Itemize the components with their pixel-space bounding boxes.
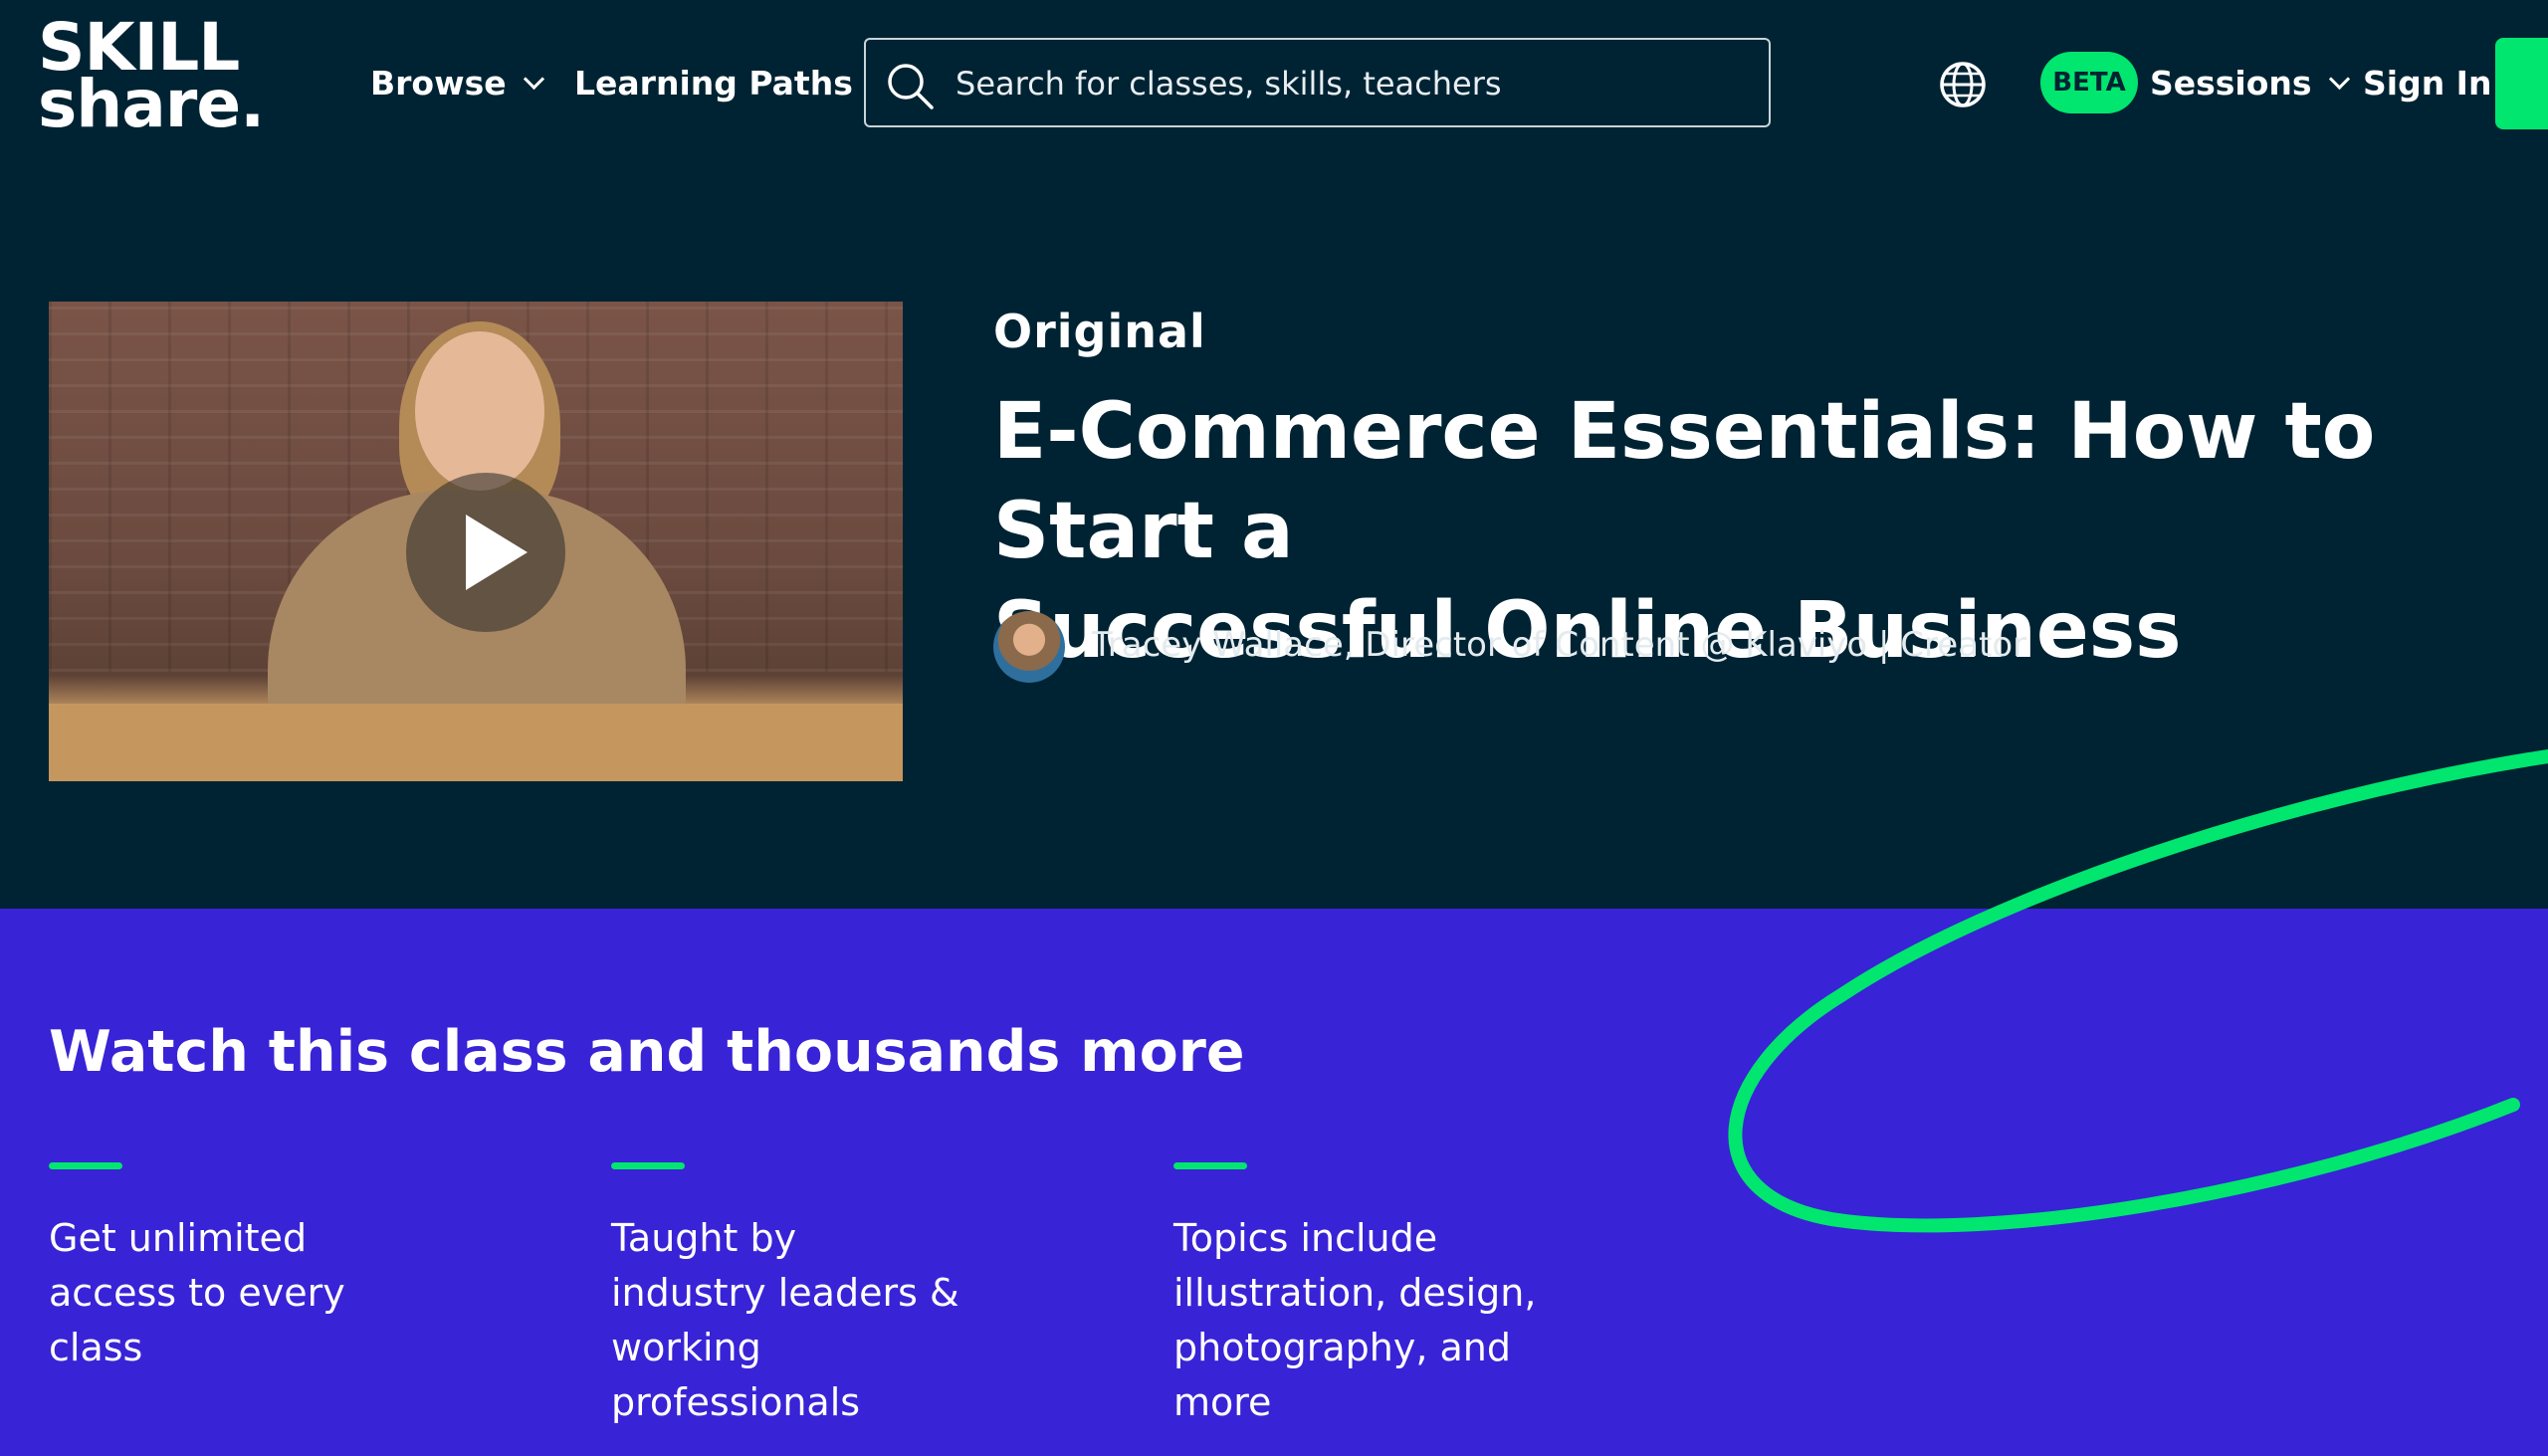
search-icon	[888, 64, 934, 109]
chevron-down-icon	[523, 68, 544, 91]
feature-text: Topics include illustration, design, pho…	[1173, 1216, 1537, 1424]
desk	[49, 704, 903, 781]
feature-text: Taught by industry leaders & working pro…	[611, 1216, 959, 1424]
feature-accent-bar	[611, 1162, 685, 1169]
feature-item: Get unlimited access to every class	[49, 1162, 447, 1375]
chevron-down-icon	[2328, 68, 2350, 91]
original-label: Original	[993, 305, 1206, 358]
beta-badge: BETA	[2040, 52, 2138, 113]
sessions-menu[interactable]: Sessions	[2150, 64, 2350, 103]
search-bar[interactable]	[864, 38, 1771, 127]
logo-text-bottom: share.	[38, 65, 265, 142]
play-icon[interactable]	[406, 473, 565, 632]
feature-accent-bar	[49, 1162, 122, 1169]
feature-item: Topics include illustration, design, pho…	[1173, 1162, 1572, 1430]
skillshare-logo[interactable]: SKILL share.	[38, 15, 287, 142]
class-video-thumbnail[interactable]	[49, 302, 903, 781]
learning-paths-link[interactable]: Learning Paths	[574, 64, 853, 103]
feature-accent-bar	[1173, 1162, 1247, 1169]
globe-icon[interactable]	[1938, 60, 1988, 109]
feature-text: Get unlimited access to every class	[49, 1216, 345, 1369]
browse-menu[interactable]: Browse	[370, 64, 544, 103]
sign-in-link[interactable]: Sign In	[2363, 64, 2491, 103]
search-input[interactable]	[954, 40, 1754, 127]
teacher-avatar[interactable]	[993, 611, 1065, 683]
teacher-name-link[interactable]: Tracey Wallace, Director of Content @ Kl…	[1092, 625, 2026, 665]
promo-heading: Watch this class and thousands more	[49, 1019, 1245, 1085]
feature-item: Taught by industry leaders & working pro…	[611, 1162, 1009, 1430]
sign-up-button[interactable]	[2495, 38, 2548, 129]
sessions-label: Sessions	[2150, 64, 2312, 103]
browse-label: Browse	[370, 64, 507, 103]
instructor-face	[415, 331, 544, 491]
